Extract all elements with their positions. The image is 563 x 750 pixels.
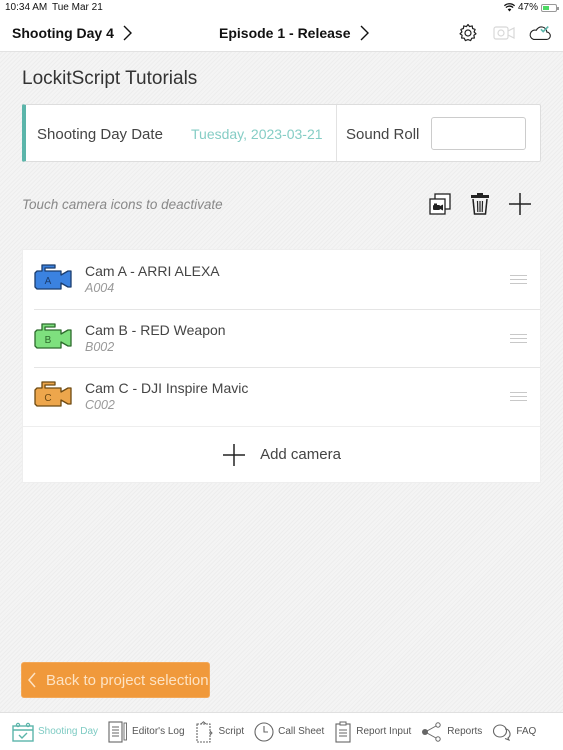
camera-name: Cam A - ARRI ALEXA bbox=[85, 263, 220, 279]
camera-letter: B bbox=[45, 335, 52, 346]
share-icon bbox=[422, 721, 441, 742]
shooting-day-date-label: Shooting Day Date bbox=[37, 126, 163, 143]
camera-name: Cam B - RED Weapon bbox=[85, 321, 226, 338]
copy-camera-icon[interactable] bbox=[428, 192, 452, 216]
back-to-project-selection-button[interactable]: Back to project selection bbox=[21, 662, 210, 698]
camera-icon[interactable]: C bbox=[33, 379, 73, 413]
episode-label: Episode 1 - Release bbox=[219, 25, 351, 41]
status-bar: 10:34 AM Tue Mar 21 47% bbox=[0, 0, 563, 16]
camera-toolbar bbox=[428, 192, 532, 216]
script-notebook-icon bbox=[195, 720, 213, 743]
status-right: 47% bbox=[503, 2, 559, 13]
add-camera-label: Add camera bbox=[260, 446, 341, 463]
nav-icons bbox=[457, 23, 551, 43]
plus-icon bbox=[223, 443, 246, 466]
plus-icon[interactable] bbox=[508, 192, 532, 216]
chevron-left-icon bbox=[28, 672, 36, 688]
chat-bubbles-icon bbox=[493, 723, 511, 741]
tab-label: Report Input bbox=[356, 726, 412, 737]
sound-roll-input[interactable] bbox=[431, 117, 526, 150]
document-pen-icon bbox=[108, 720, 127, 743]
tab-faq[interactable]: FAQ bbox=[492, 723, 536, 741]
battery-percent: 47% bbox=[517, 2, 538, 13]
chevron-right-icon bbox=[360, 25, 369, 41]
drag-handle-icon[interactable] bbox=[510, 275, 527, 285]
camera-sync-icon[interactable] bbox=[493, 23, 515, 43]
clipboard-icon bbox=[335, 721, 351, 743]
add-camera-button[interactable]: Add camera bbox=[22, 426, 541, 483]
camera-list: A Cam A - ARRI ALEXA A004 B Cam B - RED … bbox=[22, 249, 541, 427]
status-time: 10:34 AM bbox=[5, 2, 48, 13]
camera-hint-text: Touch camera icons to deactivate bbox=[22, 197, 223, 212]
tab-label: FAQ bbox=[516, 726, 537, 737]
back-button-label: Back to project selection bbox=[46, 671, 209, 689]
camera-letter: C bbox=[44, 393, 51, 404]
trash-icon[interactable] bbox=[468, 192, 492, 216]
camera-name: Cam C - DJI Inspire Mavic bbox=[85, 380, 249, 396]
sound-roll-label: Sound Roll bbox=[346, 126, 420, 143]
tab-reports[interactable]: Reports bbox=[421, 721, 483, 742]
tab-label: Shooting Day bbox=[38, 726, 99, 737]
camera-roll: A004 bbox=[85, 281, 115, 295]
project-title: LockitScript Tutorials bbox=[22, 68, 198, 89]
chevron-right-icon bbox=[123, 25, 132, 41]
tab-label: Editor's Log bbox=[132, 726, 185, 737]
drag-handle-icon[interactable] bbox=[510, 392, 527, 402]
tab-shooting-day[interactable]: Shooting Day bbox=[12, 722, 98, 742]
shooting-day-date-value[interactable]: Tuesday, 2023-03-21 bbox=[191, 126, 323, 142]
drag-handle-icon[interactable] bbox=[510, 333, 527, 344]
gear-icon[interactable] bbox=[457, 23, 479, 43]
calendar-check-icon bbox=[12, 722, 34, 742]
camera-roll: C002 bbox=[85, 398, 115, 412]
wifi-icon bbox=[503, 3, 515, 12]
clock-icon bbox=[254, 721, 274, 742]
cloud-check-icon[interactable] bbox=[529, 23, 551, 43]
camera-roll: B002 bbox=[85, 339, 115, 354]
tab-bar: Shooting Day Editor's Log Script Call Sh… bbox=[0, 712, 563, 750]
card-divider bbox=[336, 105, 337, 161]
shooting-day-label: Shooting Day 4 bbox=[12, 25, 114, 41]
camera-row[interactable]: C Cam C - DJI Inspire Mavic C002 bbox=[23, 367, 540, 426]
shooting-day-card: Shooting Day Date Tuesday, 2023-03-21 So… bbox=[22, 104, 541, 162]
tab-editors-log[interactable]: Editor's Log bbox=[108, 720, 185, 743]
episode-selector[interactable]: Episode 1 - Release bbox=[219, 25, 371, 41]
tab-script[interactable]: Script bbox=[195, 720, 245, 743]
camera-row[interactable]: A Cam A - ARRI ALEXA A004 bbox=[23, 250, 540, 309]
tab-call-sheet[interactable]: Call Sheet bbox=[254, 721, 325, 742]
status-date: Tue Mar 21 bbox=[52, 2, 103, 13]
camera-row[interactable]: B Cam B - RED Weapon B002 bbox=[23, 308, 540, 368]
navigation-bar: Shooting Day 4 Episode 1 - Release bbox=[0, 16, 563, 52]
shooting-day-selector[interactable]: Shooting Day 4 bbox=[12, 25, 134, 41]
camera-letter: A bbox=[45, 276, 52, 287]
battery-icon bbox=[541, 3, 559, 12]
tab-label: Reports bbox=[447, 726, 483, 737]
camera-icon[interactable]: A bbox=[33, 262, 73, 296]
tab-label: Call Sheet bbox=[278, 726, 325, 737]
camera-icon[interactable]: B bbox=[33, 321, 73, 355]
tab-report-input[interactable]: Report Input bbox=[334, 721, 411, 743]
tab-label: Script bbox=[218, 726, 245, 737]
